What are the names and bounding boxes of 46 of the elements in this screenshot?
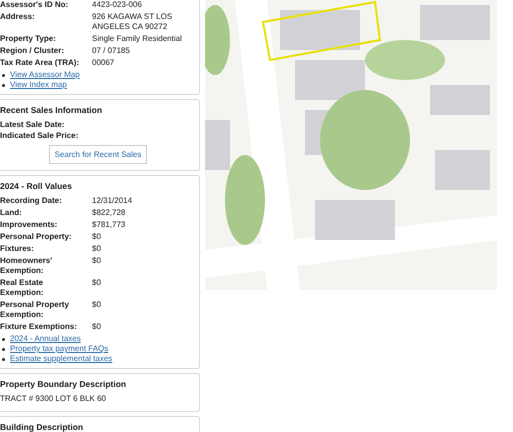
- field-label: Fixtures:: [0, 244, 35, 254]
- bullet-icon: [2, 74, 5, 76]
- bullet-icon: [2, 338, 5, 340]
- field-label: Address:: [0, 12, 36, 23]
- bullet-icon: [2, 358, 5, 360]
- bullet-icon: [2, 84, 5, 86]
- field-label: Tax Rate Area (TRA):: [0, 58, 80, 68]
- field-label: Indicated Sale Price:: [0, 131, 78, 141]
- field-value: $822,728: [92, 208, 126, 218]
- field-label: Assessor's ID No:: [0, 0, 70, 10]
- field-value: 4423-023-006: [92, 0, 143, 10]
- field-value: 12/31/2014: [92, 196, 134, 206]
- link[interactable]: View Assessor Map: [10, 70, 80, 80]
- boundary-text: TRACT # 9300 LOT 6 BLK 60: [0, 394, 107, 403]
- section-title: 2024 - Roll Values: [0, 181, 73, 191]
- field-label: Improvements:: [0, 220, 58, 230]
- field-value: $0: [92, 232, 102, 242]
- field-label: Real Estate Exemption:: [0, 278, 45, 298]
- field-value: $0: [92, 256, 102, 267]
- bullet-icon: [2, 348, 5, 350]
- link[interactable]: 2024 - Annual taxes: [10, 334, 81, 344]
- section-title: Property Boundary Description: [0, 379, 128, 389]
- field-value: Single Family Residential: [92, 34, 183, 44]
- link[interactable]: Property tax payment FAQs: [10, 344, 108, 354]
- section-title: Recent Sales Information: [0, 105, 104, 115]
- field-value: $0: [92, 244, 102, 254]
- field-label: Property Type:: [0, 34, 57, 44]
- field-value: $0: [92, 322, 102, 332]
- field-label: Region / Cluster:: [0, 46, 66, 56]
- field-value: 07 / 07185: [92, 46, 131, 56]
- field-value: 00067: [92, 58, 116, 68]
- field-label: Land:: [0, 208, 23, 218]
- field-label: Recording Date:: [0, 196, 63, 206]
- field-label: Personal Property:: [0, 232, 73, 242]
- field-label: Homeowners' Exemption:: [0, 256, 54, 276]
- field-value: $781,773: [92, 220, 126, 230]
- field-value: $0: [92, 278, 102, 289]
- section-title: Building Description: [0, 422, 84, 432]
- field-value: 926 KAGAWA ST LOS ANGELES CA 90272: [92, 12, 174, 32]
- field-value: $0: [92, 300, 102, 311]
- link[interactable]: View Index map: [10, 80, 67, 90]
- field-label: Fixture Exemptions:: [0, 322, 78, 332]
- field-label: Personal Property Exemption:: [0, 300, 70, 320]
- search-button[interactable]: Search for Recent Sales: [48, 145, 148, 164]
- link[interactable]: Estimate supplemental taxes: [10, 354, 112, 364]
- field-label: Latest Sale Date:: [0, 120, 64, 130]
